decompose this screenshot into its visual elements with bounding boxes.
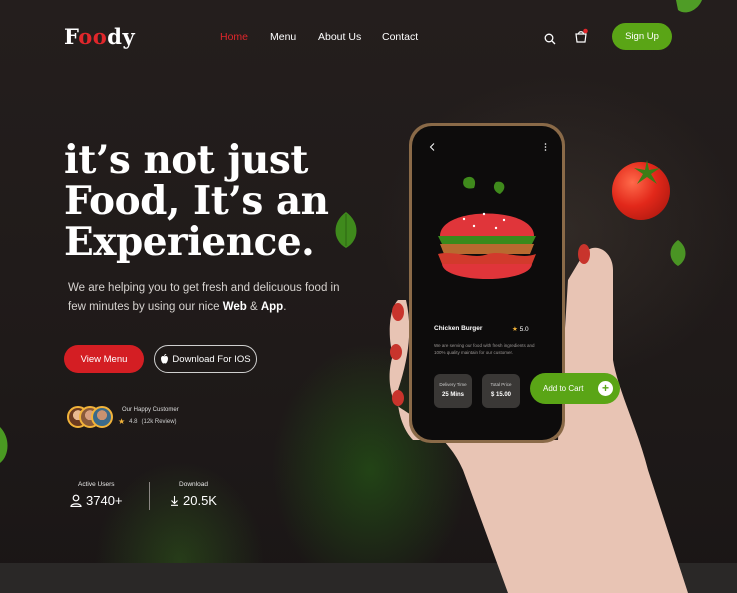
stat-downloads: Download 20.5K — [170, 481, 217, 508]
review-count: (12k Review) — [141, 418, 177, 425]
download-ios-button[interactable]: Download For IOS — [154, 345, 257, 373]
apple-icon — [161, 354, 169, 364]
add-to-cart-label: Add to Cart — [543, 384, 584, 393]
user-icon — [70, 494, 82, 507]
star-icon: ★ — [118, 417, 126, 426]
download-icon — [171, 496, 178, 506]
burger-image — [438, 176, 536, 279]
info-label: Total Price — [490, 382, 512, 387]
cart-icon[interactable] — [573, 28, 589, 44]
nav-contact[interactable]: Contact — [382, 31, 418, 43]
basil-leaf-icon — [0, 427, 8, 463]
download-ios-label: Download For IOS — [172, 353, 251, 365]
nav-about-us[interactable]: About Us — [318, 31, 361, 43]
stat-label: Download — [179, 481, 208, 488]
food-name: Chicken Burger — [434, 325, 483, 332]
hero-description: We are helping you to get fresh and deli… — [68, 282, 340, 313]
stat-value: 20.5K — [183, 493, 217, 508]
star-icon: ★ — [512, 326, 518, 333]
brand-logo[interactable]: Foody — [64, 24, 135, 49]
add-to-cart-button[interactable]: Add to Cart + — [530, 373, 620, 404]
search-icon[interactable] — [544, 33, 556, 45]
view-menu-button[interactable]: View Menu — [64, 345, 144, 373]
hero-title-line: Food, It’s an — [64, 178, 329, 224]
delivery-time-card: Delivery Time 25 Mins — [434, 374, 472, 408]
stats-divider — [149, 482, 150, 510]
plus-icon: + — [598, 381, 613, 396]
nav-home[interactable]: Home — [220, 31, 248, 43]
stat-active-users: Active Users 3740+ — [70, 481, 123, 508]
more-icon[interactable] — [544, 143, 547, 151]
customer-avatars — [67, 406, 117, 428]
hero-title-line: Experience. — [64, 219, 315, 265]
avatar — [91, 406, 113, 428]
happy-customer-label: Our Happy Customer — [122, 407, 179, 413]
hero-title-line: it’s not just — [64, 137, 308, 183]
food-description: We are serving our food with fresh ingre… — [434, 343, 535, 355]
info-value: 25 Mins — [441, 392, 464, 398]
hero-title: it’s not just Food, It’s an Experience. — [64, 140, 364, 263]
rating-value: 4.8 — [129, 418, 138, 425]
back-arrow-icon[interactable] — [429, 143, 435, 151]
info-value: $ 15.00 — [490, 392, 512, 398]
customer-rating: ★ 4.8 (12k Review) — [118, 417, 177, 426]
food-rating: ★ 5.0 — [512, 326, 529, 333]
sign-up-button[interactable]: Sign Up — [612, 23, 672, 50]
info-label: Delivery Time — [439, 382, 467, 387]
stat-value: 3740+ — [86, 493, 123, 508]
nav-menu[interactable]: Menu — [270, 31, 296, 43]
basil-leaf-icon — [676, 0, 702, 13]
tomato-stem-icon — [634, 160, 660, 184]
total-price-card: Total Price $ 15.00 — [482, 374, 520, 408]
stat-label: Active Users — [78, 481, 115, 488]
